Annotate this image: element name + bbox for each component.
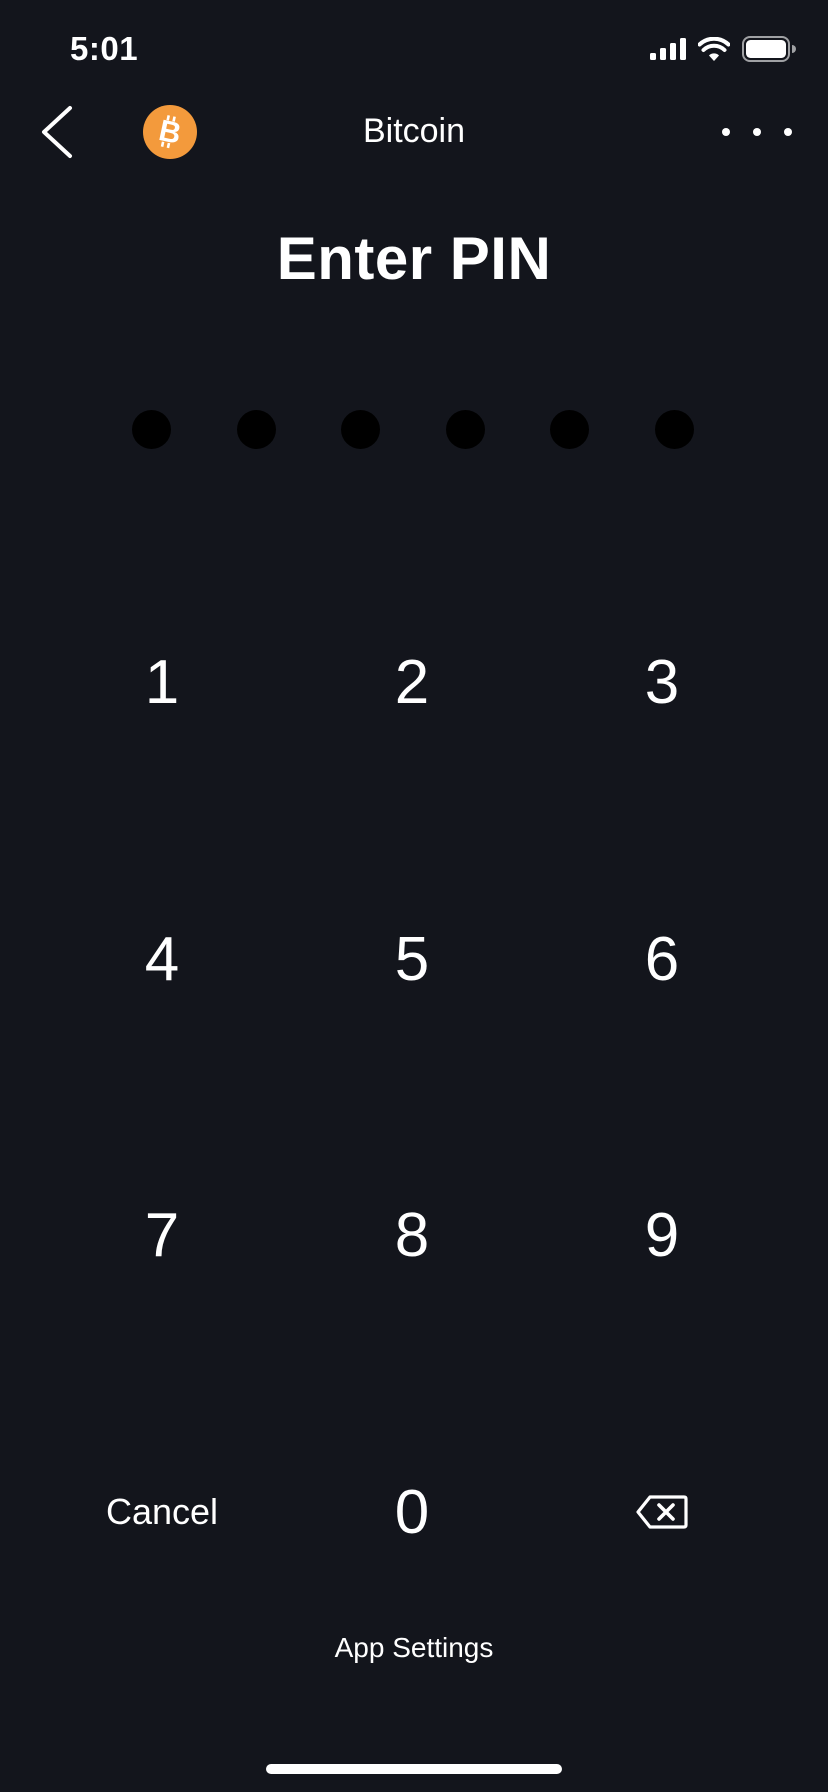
more-dot: [722, 128, 730, 136]
delete-button[interactable]: [537, 1432, 787, 1592]
more-dot: [753, 128, 761, 136]
battery-icon: [742, 36, 796, 62]
key-1[interactable]: 1: [37, 602, 287, 762]
pin-indicator: [132, 410, 694, 450]
pin-entry-screen: 5:01 B Bitcoin Enter PIN 1 2 3 4 5 6 7 8…: [0, 0, 828, 1792]
backspace-icon: [636, 1495, 688, 1529]
nav-title: Bitcoin: [362, 112, 466, 150]
key-6[interactable]: 6: [537, 879, 787, 1039]
more-dot: [784, 128, 792, 136]
home-indicator: [266, 1764, 562, 1774]
key-0[interactable]: 0: [287, 1432, 537, 1592]
status-icons: [650, 36, 796, 62]
key-7[interactable]: 7: [37, 1155, 287, 1315]
app-settings-link[interactable]: App Settings: [0, 1632, 828, 1664]
cellular-signal-icon: [650, 38, 686, 60]
pin-dot: [132, 410, 171, 449]
pin-dot: [341, 410, 381, 449]
status-time: 5:01: [70, 30, 139, 67]
key-9[interactable]: 9: [537, 1155, 787, 1315]
key-3[interactable]: 3: [537, 602, 787, 762]
more-options-button[interactable]: [722, 112, 792, 152]
key-4[interactable]: 4: [37, 879, 287, 1039]
wifi-icon: [698, 37, 730, 61]
pin-dot: [236, 410, 276, 449]
page-title: Enter PIN: [276, 225, 552, 292]
nav-bar: B Bitcoin: [0, 92, 828, 172]
pin-dot: [654, 410, 694, 449]
pin-dot: [445, 410, 485, 449]
key-8[interactable]: 8: [287, 1155, 537, 1315]
pin-dot: [550, 410, 590, 449]
cancel-button[interactable]: Cancel: [37, 1432, 287, 1592]
key-2[interactable]: 2: [287, 602, 537, 762]
status-bar: 5:01: [0, 0, 828, 100]
key-5[interactable]: 5: [287, 879, 537, 1039]
